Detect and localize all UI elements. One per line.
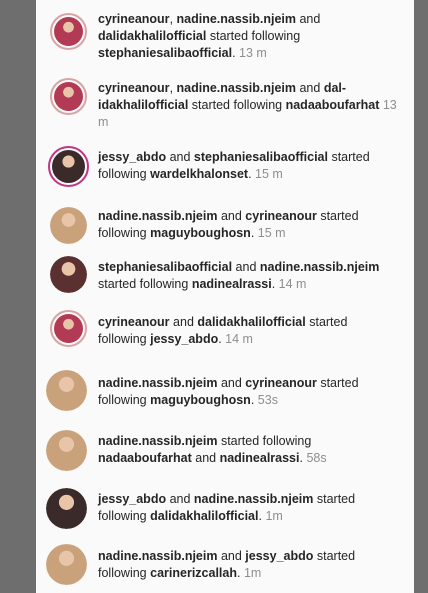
avatar-image bbox=[54, 82, 83, 111]
separator: and bbox=[166, 492, 194, 506]
target-username-link[interactable]: stephaniesalibaofficial bbox=[98, 46, 232, 60]
separator: and bbox=[296, 81, 324, 95]
avatar-image bbox=[46, 430, 87, 471]
target-username-link[interactable]: nadinealrassi bbox=[192, 277, 272, 291]
target-username-link[interactable]: dalidakhalilofficial bbox=[150, 509, 258, 523]
username-link[interactable]: cyrineanour bbox=[98, 315, 170, 329]
avatar[interactable] bbox=[50, 78, 87, 115]
username-link[interactable]: nadine.nassib.njeim bbox=[177, 12, 296, 26]
avatar[interactable] bbox=[50, 13, 87, 50]
action-text: started following bbox=[206, 29, 301, 43]
activity-text: cyrineanour and dalidakhalilofficial sta… bbox=[98, 314, 398, 348]
username-link[interactable]: cyrineanour bbox=[98, 81, 170, 95]
timestamp: 15 m bbox=[251, 167, 283, 181]
avatar-image bbox=[50, 207, 87, 244]
target-username-link[interactable]: carinerizcallah bbox=[150, 566, 237, 580]
action-text: started following bbox=[98, 277, 192, 291]
target-username-link[interactable]: jessy_abdo bbox=[150, 332, 218, 346]
separator: and bbox=[232, 260, 260, 274]
separator: and bbox=[166, 150, 194, 164]
avatar[interactable] bbox=[48, 146, 89, 187]
avatar-image bbox=[46, 370, 87, 411]
username-link[interactable]: jessy_abdo bbox=[98, 150, 166, 164]
username-link[interactable]: stephaniesalibaofficial bbox=[194, 150, 328, 164]
separator: and bbox=[169, 315, 198, 329]
separator: and bbox=[191, 451, 220, 465]
avatar-image bbox=[46, 488, 87, 529]
target-username-link[interactable]: maguyboughosn bbox=[150, 226, 251, 240]
avatar[interactable] bbox=[46, 544, 87, 585]
target-username-link[interactable]: wardelkhalonset bbox=[150, 167, 248, 181]
username-link[interactable]: nadine.nassib.njeim bbox=[98, 434, 217, 448]
timestamp: 53s bbox=[254, 393, 278, 407]
username-link[interactable]: cyrineanour bbox=[98, 12, 170, 26]
activity-text: cyrineanour, nadine.nassib.njeim and dal… bbox=[98, 80, 398, 131]
username-link[interactable]: nadine.nassib.njeim bbox=[177, 81, 296, 95]
avatar[interactable] bbox=[50, 256, 87, 293]
avatar[interactable] bbox=[46, 488, 87, 529]
separator: , bbox=[169, 81, 177, 95]
activity-text: cyrineanour, nadine.nassib.njeim and dal… bbox=[98, 11, 398, 62]
username-link[interactable]: cyrineanour bbox=[245, 376, 317, 390]
separator: and bbox=[217, 549, 246, 563]
timestamp: 1m bbox=[240, 566, 262, 580]
timestamp: 58s bbox=[302, 451, 327, 465]
activity-text: nadine.nassib.njeim started following na… bbox=[98, 433, 398, 467]
username-link[interactable]: nadine.nassib.njeim bbox=[194, 492, 313, 506]
avatar[interactable] bbox=[50, 207, 87, 244]
username-link[interactable]: cyrineanour bbox=[245, 209, 317, 223]
avatar-image bbox=[54, 17, 83, 46]
username-link[interactable]: stephaniesalibaofficial bbox=[98, 260, 232, 274]
avatar-image bbox=[52, 150, 85, 183]
activity-text: jessy_abdo and nadine.nassib.njeim start… bbox=[98, 491, 398, 525]
activity-text: jessy_abdo and stephaniesalibaofficial s… bbox=[98, 149, 398, 183]
avatar[interactable] bbox=[46, 370, 87, 411]
username-link[interactable]: nadine.nassib.njeim bbox=[98, 549, 217, 563]
username-link[interactable]: dalidakhalilofficial bbox=[197, 315, 305, 329]
activity-text: nadine.nassib.njeim and jessy_abdo start… bbox=[98, 548, 398, 582]
activity-text: stephaniesalibaofficial and nadine.nassi… bbox=[98, 259, 398, 293]
timestamp: 13 m bbox=[235, 46, 267, 60]
username-link[interactable]: jessy_abdo bbox=[98, 492, 166, 506]
separator: , bbox=[169, 12, 177, 26]
target-username-link[interactable]: nadinealrassi bbox=[220, 451, 300, 465]
username-link[interactable]: nadine.nassib.njeim bbox=[260, 260, 379, 274]
timestamp: 14 m bbox=[275, 277, 307, 291]
target-username-link[interactable]: nadaaboufarhat bbox=[286, 98, 380, 112]
avatar[interactable] bbox=[50, 310, 87, 347]
target-username-link[interactable]: maguyboughosn bbox=[150, 393, 251, 407]
username-link[interactable]: dalidakhalilofficial bbox=[98, 29, 206, 43]
action-text: started following bbox=[217, 434, 312, 448]
separator: and bbox=[217, 376, 246, 390]
action-text: started following bbox=[188, 98, 286, 112]
activity-feed: cyrineanour, nadine.nassib.njeim and dal… bbox=[36, 0, 414, 593]
activity-text: nadine.nassib.njeim and cyrineanour star… bbox=[98, 375, 398, 409]
avatar[interactable] bbox=[46, 430, 87, 471]
separator: and bbox=[296, 12, 321, 26]
target-username-link[interactable]: nadaaboufarhat bbox=[98, 451, 192, 465]
avatar-image bbox=[50, 256, 87, 293]
username-link[interactable]: nadine.nassib.njeim bbox=[98, 209, 217, 223]
activity-text: nadine.nassib.njeim and cyrineanour star… bbox=[98, 208, 398, 242]
username-link[interactable]: jessy_abdo bbox=[245, 549, 313, 563]
timestamp: 15 m bbox=[254, 226, 286, 240]
timestamp: 1m bbox=[261, 509, 283, 523]
username-link[interactable]: nadine.nassib.njeim bbox=[98, 376, 217, 390]
avatar-image bbox=[46, 544, 87, 585]
timestamp: 14 m bbox=[221, 332, 253, 346]
separator: and bbox=[217, 209, 246, 223]
avatar-image bbox=[54, 314, 83, 343]
